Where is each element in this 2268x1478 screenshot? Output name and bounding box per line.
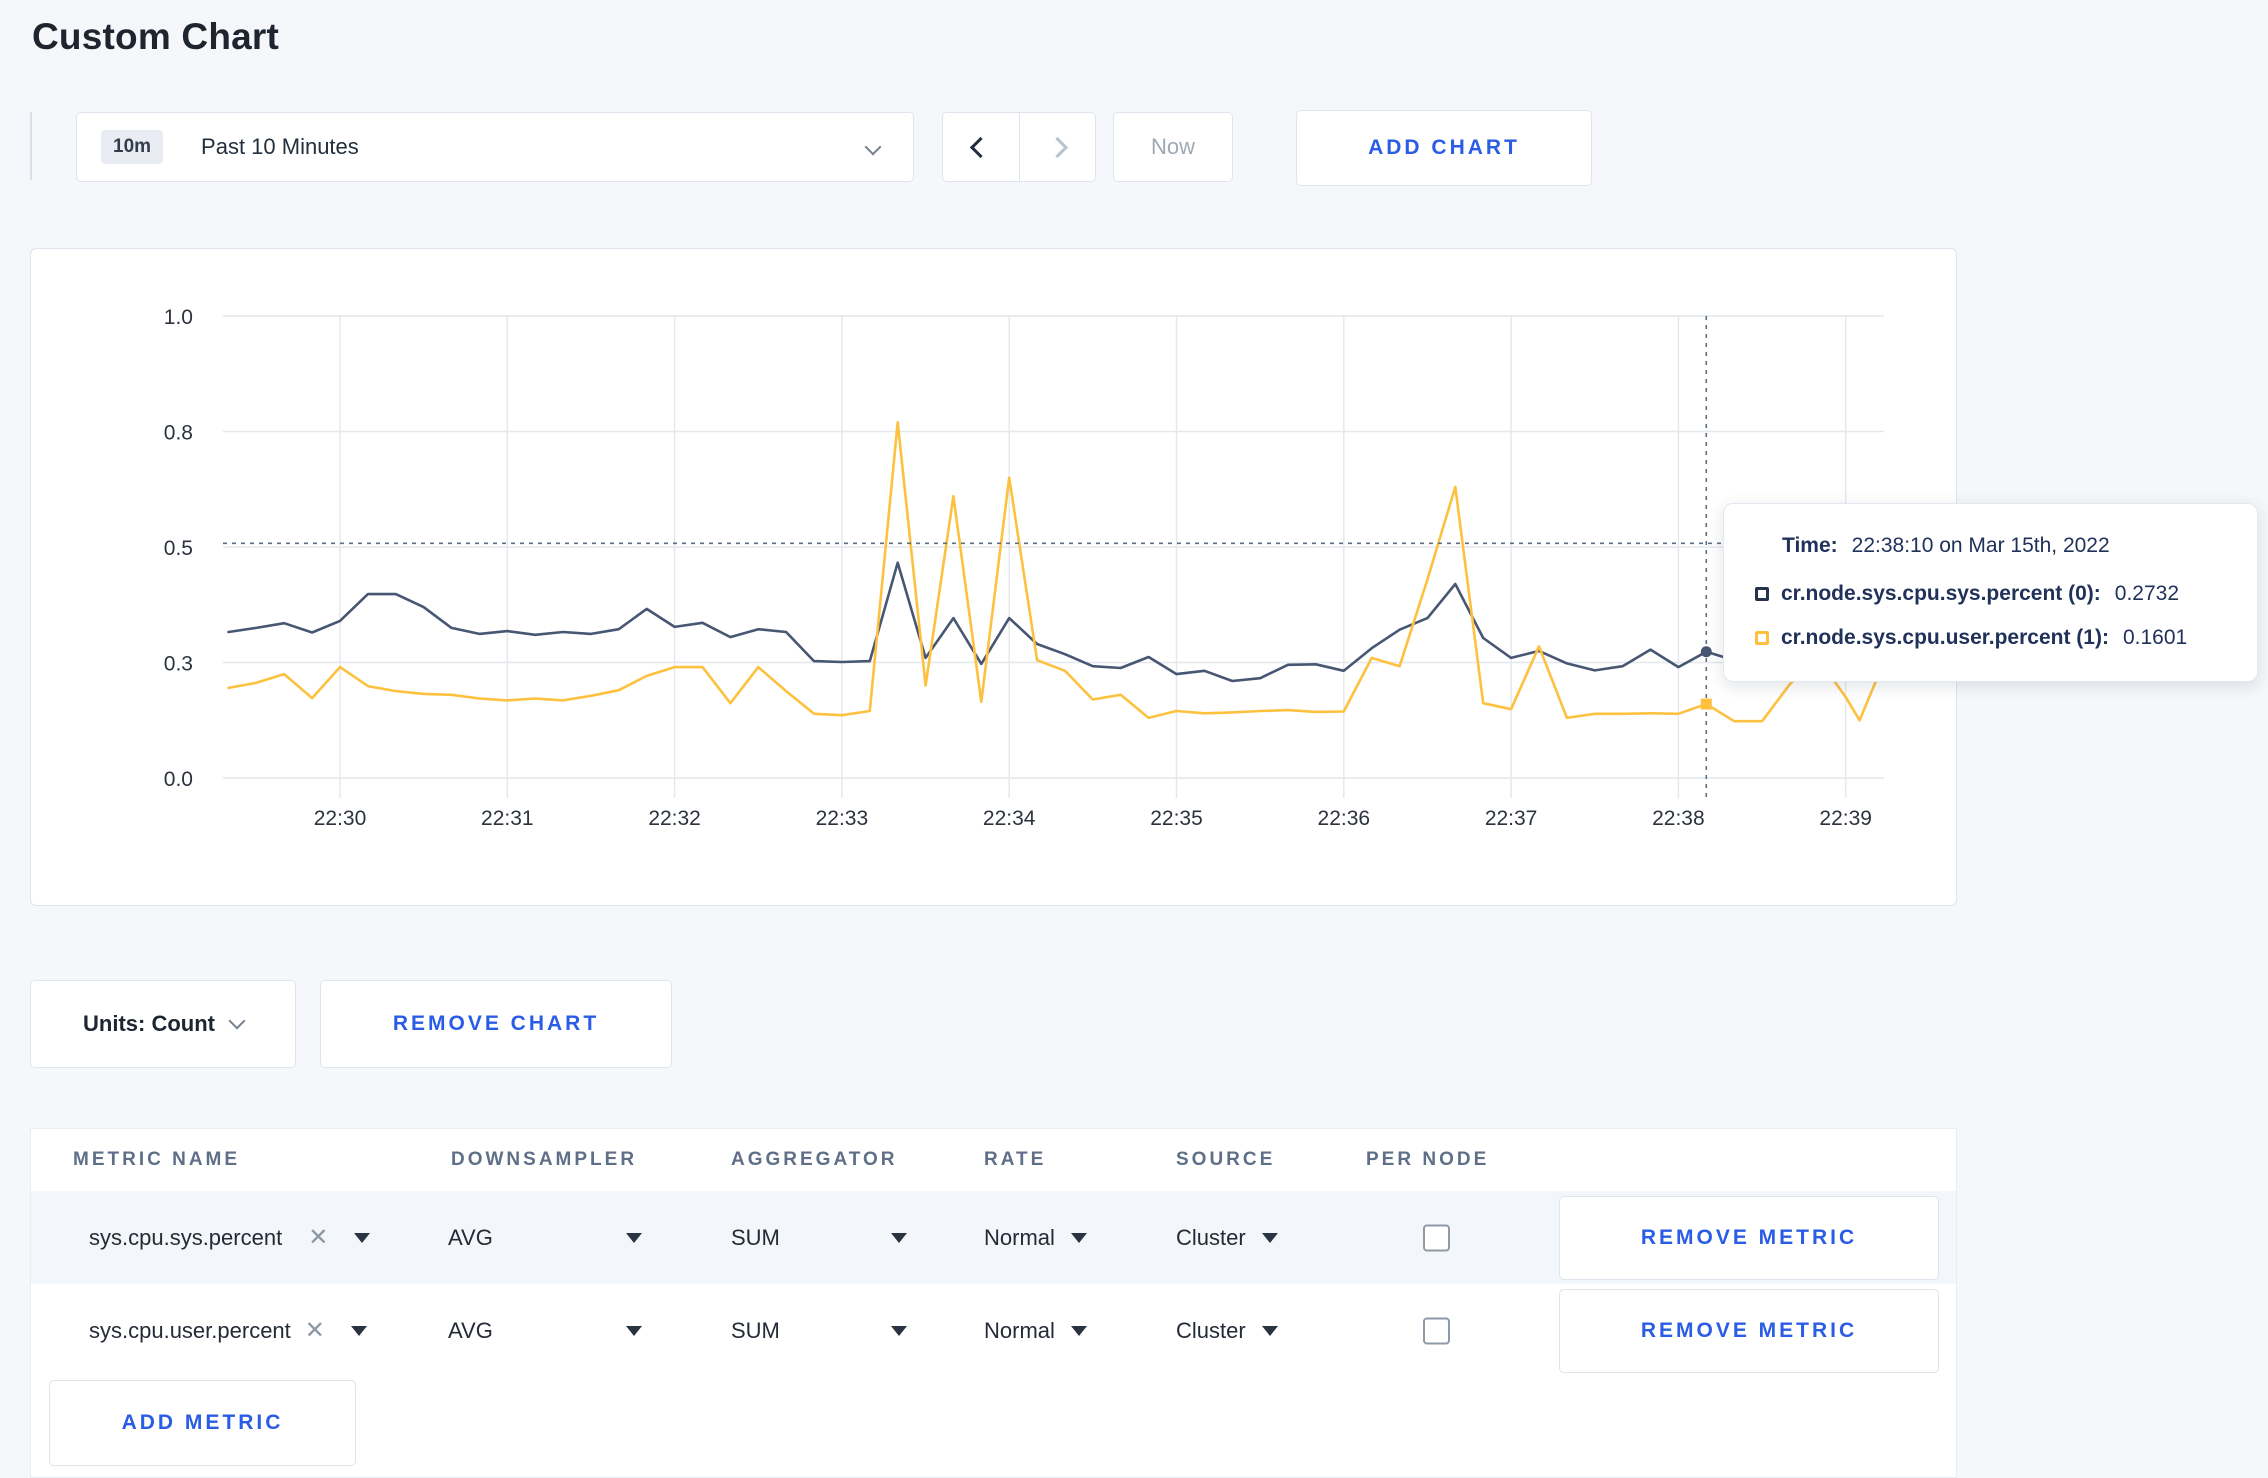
column-header-metric-name: METRIC NAME bbox=[73, 1149, 241, 1170]
units-select[interactable]: Units: Count bbox=[30, 980, 296, 1068]
y-axis-label: 0.8 bbox=[164, 422, 193, 445]
remove-metric-button[interactable]: REMOVE METRIC bbox=[1559, 1288, 1939, 1373]
chart-card[interactable]: 0.0 0.3 0.5 0.8 1.0 22:30 22:31 22:32 22:33 22:34… bbox=[30, 248, 1957, 906]
downsampler-select[interactable]: AVG bbox=[448, 1318, 493, 1344]
chevron-right-icon bbox=[1046, 136, 1068, 158]
dropdown-caret-icon[interactable] bbox=[891, 1325, 907, 1336]
time-range-select[interactable]: 10m Past 10 Minutes bbox=[76, 112, 914, 182]
column-header-rate: RATE bbox=[984, 1149, 1047, 1170]
y-axis-label: 1.0 bbox=[164, 306, 193, 329]
tooltip-series-name: cr.node.sys.cpu.sys.percent (0): bbox=[1781, 582, 2101, 605]
time-range-badge: 10m bbox=[101, 130, 164, 164]
column-header-downsampler: DOWNSAMPLER bbox=[451, 1149, 638, 1170]
now-button[interactable]: Now bbox=[1113, 112, 1233, 182]
time-back-button[interactable] bbox=[943, 113, 1019, 181]
dropdown-caret-icon[interactable] bbox=[891, 1232, 907, 1243]
source-select[interactable]: Cluster bbox=[1176, 1318, 1278, 1344]
toolbar-divider bbox=[30, 112, 32, 180]
add-metric-button[interactable]: ADD METRIC bbox=[49, 1380, 356, 1466]
source-select[interactable]: Cluster bbox=[1176, 1225, 1278, 1251]
add-chart-button[interactable]: ADD CHART bbox=[1296, 110, 1592, 186]
dropdown-caret-icon bbox=[350, 1325, 367, 1336]
per-node-checkbox[interactable] bbox=[1423, 1317, 1450, 1344]
time-nav bbox=[942, 112, 1096, 182]
tooltip-series-row: cr.node.sys.cpu.sys.percent (0): 0.2732 bbox=[1755, 582, 2179, 606]
tooltip-time-row: Time: 22:38:10 on Mar 15th, 2022 bbox=[1782, 534, 2110, 558]
x-axis-label: 22:33 bbox=[816, 807, 869, 830]
y-axis-label: 0.5 bbox=[164, 537, 193, 560]
x-axis-label: 22:34 bbox=[983, 807, 1036, 830]
chevron-down-icon bbox=[864, 138, 882, 156]
table-row: sys.cpu.sys.percent ✕ AVG SUM Normal Clu… bbox=[31, 1191, 1956, 1284]
hover-marker-circle bbox=[1700, 646, 1712, 658]
y-axis-label: 0.0 bbox=[164, 768, 193, 791]
column-header-source: SOURCE bbox=[1176, 1149, 1276, 1170]
tooltip-series-row: cr.node.sys.cpu.user.percent (1): 0.1601 bbox=[1755, 626, 2187, 650]
metric-name-select[interactable]: sys.cpu.user.percent ✕ bbox=[89, 1318, 367, 1344]
x-axis-label: 22:36 bbox=[1318, 807, 1371, 830]
dropdown-caret-icon bbox=[354, 1232, 371, 1243]
hover-marker-square bbox=[1700, 698, 1712, 710]
table-row: sys.cpu.user.percent ✕ AVG SUM Normal Cl… bbox=[31, 1284, 1956, 1377]
chart-tooltip: Time: 22:38:10 on Mar 15th, 2022 cr.node… bbox=[1723, 503, 2258, 682]
per-node-checkbox[interactable] bbox=[1423, 1224, 1450, 1251]
x-axis-label: 22:37 bbox=[1485, 807, 1538, 830]
dropdown-caret-icon[interactable] bbox=[626, 1232, 642, 1243]
close-icon[interactable]: ✕ bbox=[308, 1225, 328, 1250]
series-user-swatch-icon bbox=[1755, 631, 1769, 645]
tooltip-series-value: 0.2732 bbox=[2114, 582, 2180, 605]
custom-chart-page: Custom Chart 10m Past 10 Minutes Now ADD… bbox=[0, 0, 2268, 1478]
dropdown-caret-icon[interactable] bbox=[626, 1325, 642, 1336]
dropdown-caret-icon bbox=[1070, 1232, 1087, 1243]
y-axis-label: 0.3 bbox=[164, 653, 193, 676]
chevron-left-icon bbox=[970, 136, 992, 158]
aggregator-select[interactable]: SUM bbox=[731, 1318, 780, 1344]
series-line-1 bbox=[227, 421, 1884, 723]
x-axis-label: 22:35 bbox=[1150, 807, 1203, 830]
units-label: Units: Count bbox=[83, 1011, 215, 1036]
page-title: Custom Chart bbox=[32, 16, 280, 57]
x-axis-label: 22:38 bbox=[1652, 807, 1705, 830]
aggregator-select[interactable]: SUM bbox=[731, 1225, 780, 1251]
column-header-per-node: PER NODE bbox=[1366, 1149, 1490, 1170]
line-chart[interactable]: 0.0 0.3 0.5 0.8 1.0 22:30 22:31 22:32 22:33 22:34… bbox=[31, 249, 1956, 905]
dropdown-caret-icon bbox=[1261, 1325, 1278, 1336]
tooltip-time-value: 22:38:10 on Mar 15th, 2022 bbox=[1851, 534, 2110, 557]
rate-select[interactable]: Normal bbox=[984, 1225, 1087, 1251]
tooltip-series-name: cr.node.sys.cpu.user.percent (1): bbox=[1781, 626, 2109, 649]
dropdown-caret-icon bbox=[1261, 1232, 1278, 1243]
remove-chart-button[interactable]: REMOVE CHART bbox=[320, 980, 672, 1068]
time-forward-button[interactable] bbox=[1018, 113, 1096, 181]
series-sys-swatch-icon bbox=[1755, 587, 1769, 601]
close-icon[interactable]: ✕ bbox=[305, 1318, 325, 1343]
series-line-0 bbox=[227, 561, 1884, 683]
rate-select[interactable]: Normal bbox=[984, 1318, 1087, 1344]
dropdown-caret-icon bbox=[1070, 1325, 1087, 1336]
x-axis-label: 22:31 bbox=[481, 807, 534, 830]
tooltip-time-label: Time: bbox=[1782, 534, 1838, 557]
x-axis-label: 22:39 bbox=[1819, 807, 1872, 830]
x-axis-label: 22:32 bbox=[648, 807, 701, 830]
remove-metric-button[interactable]: REMOVE METRIC bbox=[1559, 1195, 1939, 1280]
metric-name-select[interactable]: sys.cpu.sys.percent ✕ bbox=[89, 1225, 371, 1251]
x-axis-label: 22:30 bbox=[314, 807, 367, 830]
downsampler-select[interactable]: AVG bbox=[448, 1225, 493, 1251]
chevron-down-icon bbox=[228, 1012, 246, 1030]
time-range-label: Past 10 Minutes bbox=[201, 134, 359, 159]
tooltip-series-value: 0.1601 bbox=[2122, 626, 2188, 649]
column-header-aggregator: AGGREGATOR bbox=[731, 1149, 898, 1170]
